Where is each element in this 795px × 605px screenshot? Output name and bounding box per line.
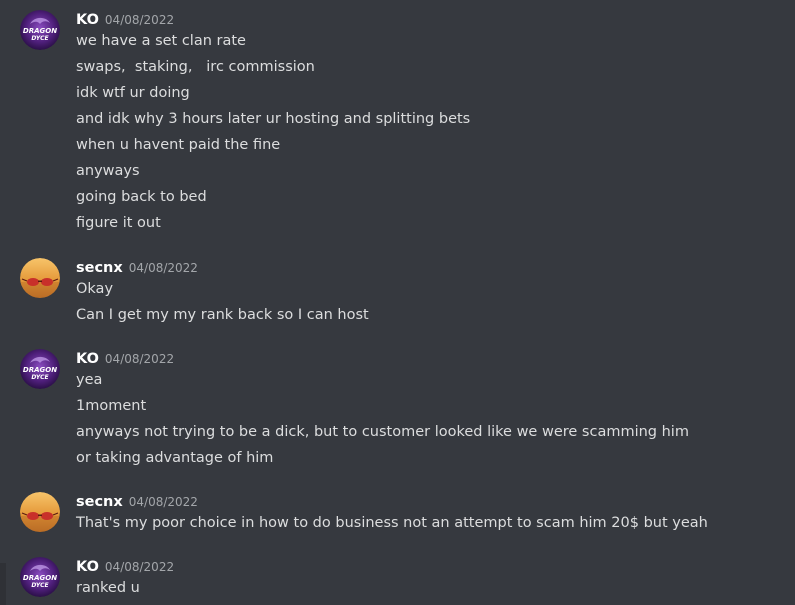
timestamp: 04/08/2022 xyxy=(128,261,198,275)
avatar-text-top: DRAGON xyxy=(23,366,57,374)
user-avatar[interactable] xyxy=(20,492,60,532)
user-avatar[interactable]: DRAGON DYCE xyxy=(20,557,60,597)
avatar-text-top: DRAGON xyxy=(23,27,57,35)
message-text: anyways xyxy=(76,163,140,179)
message-text: yea xyxy=(76,372,103,388)
message-lines: Okay Can I get my my rank back so I can … xyxy=(76,279,369,331)
username[interactable]: KO xyxy=(76,351,99,367)
message-lines: yea 1moment anyways not trying to be a d… xyxy=(76,370,689,474)
message-text: Can I get my my rank back so I can host xyxy=(76,307,369,323)
message-text: anyways not trying to be a dick, but to … xyxy=(76,424,689,440)
timestamp: 04/08/2022 xyxy=(104,560,175,574)
user-avatar[interactable]: DRAGON DYCE xyxy=(20,349,60,389)
timestamp: 04/08/2022 xyxy=(104,13,175,27)
message-text: Okay xyxy=(76,281,114,297)
dragon-dyce-avatar-icon: DRAGON DYCE xyxy=(20,557,60,597)
message-header: KO 04/08/2022 xyxy=(76,9,174,29)
sunglasses-sunset-avatar-icon xyxy=(20,492,60,532)
message-text: and idk why 3 hours later ur hosting and… xyxy=(76,111,471,127)
message-header: secnx 04/08/2022 xyxy=(76,257,198,277)
user-avatar[interactable]: DRAGON DYCE xyxy=(20,10,60,50)
timestamp: 04/08/2022 xyxy=(104,352,175,366)
sunglasses-sunset-avatar-icon xyxy=(20,258,60,298)
avatar-text-top: DRAGON xyxy=(23,574,57,582)
timestamp: 04/08/2022 xyxy=(128,495,198,509)
username[interactable]: KO xyxy=(76,12,99,28)
avatar-text-bottom: DYCE xyxy=(31,374,49,381)
message-text: 1moment xyxy=(76,398,147,414)
message-header: KO 04/08/2022 xyxy=(76,556,174,576)
username[interactable]: secnx xyxy=(76,260,123,276)
message-text: idk wtf ur doing xyxy=(76,85,190,101)
message-lines: we have a set clan rate swaps, staking, … xyxy=(76,31,470,239)
dragon-dyce-avatar-icon: DRAGON DYCE xyxy=(20,349,60,389)
message-text: figure it out xyxy=(76,215,161,231)
message-text: That's my poor choice in how to do busin… xyxy=(76,515,708,531)
message-text: going back to bed xyxy=(76,189,207,205)
message-header: KO 04/08/2022 xyxy=(76,348,174,368)
avatar-text-bottom: DYCE xyxy=(31,35,49,42)
message-text: swaps, staking, irc commission xyxy=(76,59,315,75)
username[interactable]: secnx xyxy=(76,494,123,510)
message-text: or taking advantage of him xyxy=(76,450,274,466)
scroll-indicator xyxy=(0,563,6,605)
message-lines: ranked u xyxy=(76,578,140,604)
avatar-text-bottom: DYCE xyxy=(31,582,49,589)
message-text: ranked u xyxy=(76,580,140,596)
chat-message-list: DRAGON DYCE KO 04/08/2022 we have a set c… xyxy=(0,0,795,605)
dragon-dyce-avatar-icon: DRAGON DYCE xyxy=(20,10,60,50)
username[interactable]: KO xyxy=(76,559,99,575)
message-lines: That's my poor choice in how to do busin… xyxy=(76,513,708,539)
message-text: when u havent paid the fine xyxy=(76,137,281,153)
message-header: secnx 04/08/2022 xyxy=(76,491,198,511)
user-avatar[interactable] xyxy=(20,258,60,298)
message-text: we have a set clan rate xyxy=(76,33,246,49)
